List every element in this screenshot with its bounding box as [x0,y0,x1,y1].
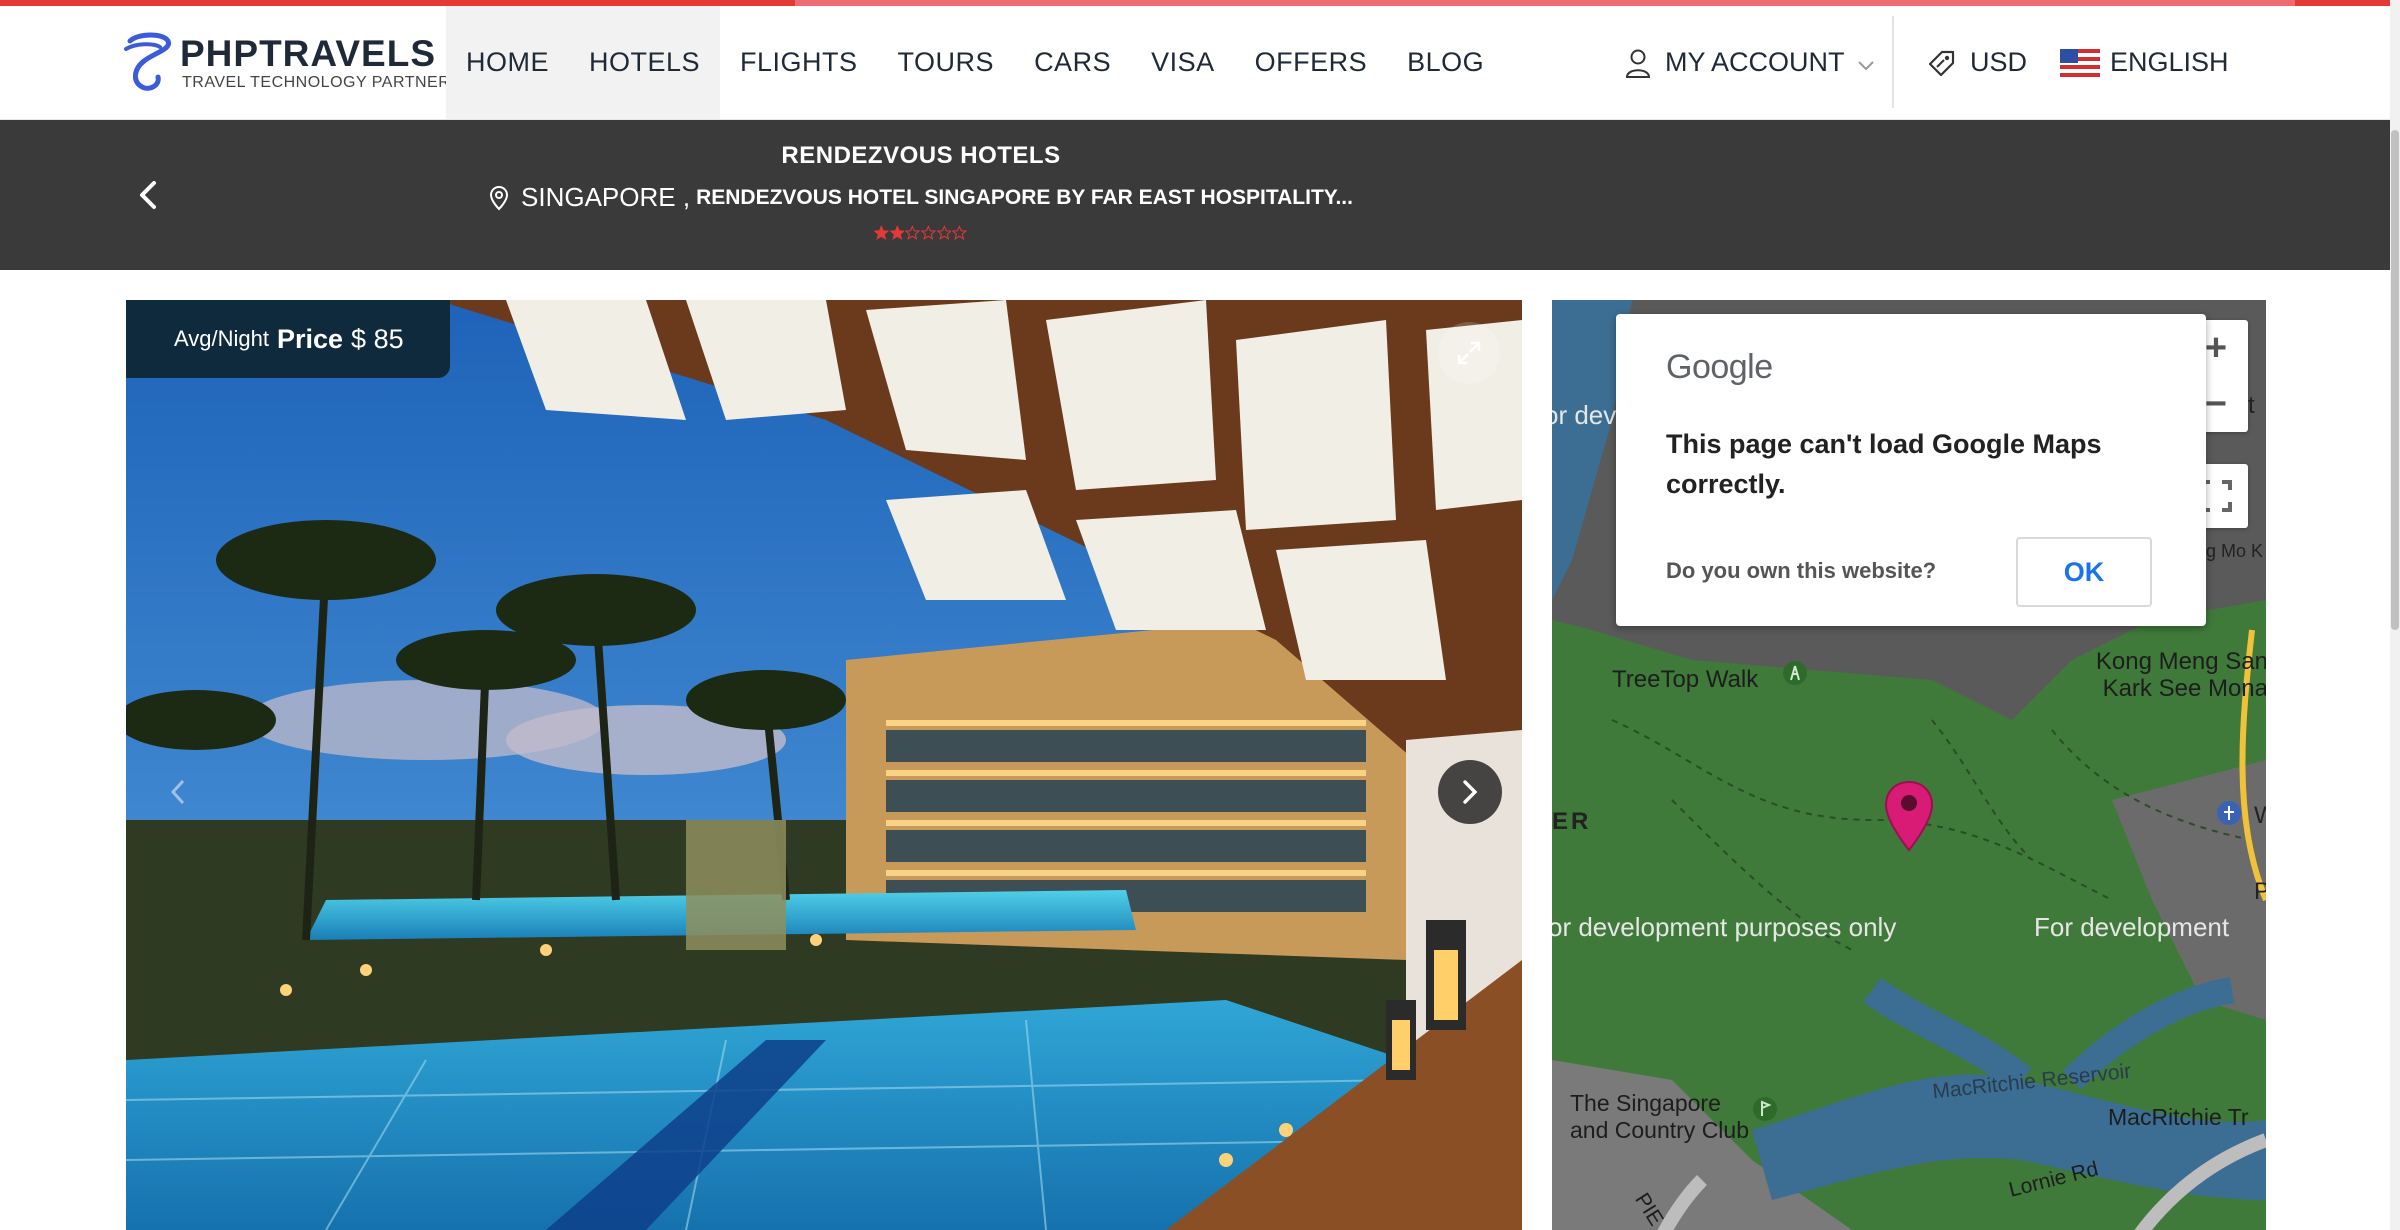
map-label-edge-w: W [2254,802,2266,829]
star-rating [874,224,968,244]
chevron-left-icon [170,779,185,805]
star-empty-icon [936,225,952,241]
my-account-label: MY ACCOUNT [1665,47,1845,77]
brand-tagline: TRAVEL TECHNOLOGY PARTNER [182,74,451,91]
star-empty-icon [952,225,968,241]
user-icon [1625,49,1651,78]
map-label-macritchie-trail: MacRitchie Tr [2108,1104,2249,1130]
own-website-link[interactable]: Do you own this website? [1666,558,1936,584]
map-label-kong-meng: Kong Meng San Kark See Mona [2078,648,2266,702]
brand-logo[interactable]: PHPTRAVELS TRAVEL TECHNOLOGY PARTNER [124,28,450,98]
nav-offers[interactable]: OFFERS [1235,6,1388,119]
site-header: PHPTRAVELS TRAVEL TECHNOLOGY PARTNER HOM… [0,6,2390,120]
nav-flights[interactable]: FLIGHTS [720,6,878,119]
map-label-edge-t: t [2248,392,2255,419]
map-label-treetop: TreeTop Walk [1612,666,1759,693]
nav-blog[interactable]: BLOG [1387,6,1504,119]
language-label: ENGLISH [2110,47,2229,77]
map-watermark: For development [2034,912,2230,942]
gallery-prev-button[interactable] [158,760,198,824]
worship-poi-icon [2217,801,2241,825]
us-flag-icon [2060,48,2100,77]
map-label-country-club: The Singapore and Country Club [1570,1090,1749,1144]
map-label-er: ER [1552,808,1592,835]
currency-label: USD [1970,47,2028,77]
price-value: $ 85 [351,323,404,354]
nav-cars[interactable]: CARS [1014,6,1131,119]
my-account-menu[interactable]: MY ACCOUNT [1625,6,1875,119]
location-pin-icon [490,185,509,210]
chevron-down-icon [1857,60,1874,70]
gallery-next-button[interactable] [1438,760,1502,824]
map-label-edge-p: P [2254,878,2266,905]
hotel-address: RENDEZVOUS HOTEL SINGAPORE BY FAR EAST H… [696,185,1353,209]
currency-selector[interactable]: USD [1926,6,2027,119]
map-marker-pin-icon[interactable] [1884,780,1934,852]
avg-night-label: Avg/Night [174,326,269,351]
star-empty-icon [921,225,936,241]
maps-error-dialog: Google This page can't load Google Maps … [1616,314,2206,626]
star-filled-icon [874,225,889,241]
map-label-mo: g Mo K [2206,541,2264,561]
header-divider [1892,16,1894,108]
map-label-line: The Singapore [1570,1090,1721,1116]
nav-home[interactable]: HOME [446,6,569,119]
currency-tag-icon [1928,50,1955,76]
star-filled-icon [889,225,905,241]
hotel-city: SINGAPORE , [521,182,691,212]
language-selector[interactable]: ENGLISH [2060,6,2229,119]
nav-visa[interactable]: VISA [1131,6,1235,119]
price-badge: Avg/Night Price $ 85 [126,300,450,378]
dialog-ok-button[interactable]: OK [2016,537,2152,607]
expand-icon [1457,341,1481,365]
main-nav: HOME HOTELS FLIGHTS TOURS CARS VISA OFFE… [446,6,1504,119]
hiking-poi-icon [1783,661,1807,685]
map-watermark: or development purposes only [1552,912,1897,942]
map-label-line: and Country Club [1570,1117,1749,1143]
map-label-line: Kark See Mona [2102,675,2266,702]
chevron-right-icon [1463,780,1478,804]
scrollbar-thumb[interactable] [2391,130,2399,630]
page-scrollbar[interactable] [2390,0,2400,1230]
price-word: Price [276,323,344,354]
hotel-map[interactable]: or dev or development purposes only For … [1552,300,2266,1230]
brand-name: PHPTRAVELS [180,33,437,74]
google-logo: Google [1666,348,1773,386]
hotel-title-band: RENDEZVOUS HOTELS SINGAPORE , RENDEZVOUS… [0,120,2390,270]
hotel-name: RENDEZVOUS HOTELS [781,142,1061,169]
map-watermark: or dev [1552,400,1617,430]
hotel-pool-photo[interactable] [126,300,1522,1230]
map-label-line: Kong Meng San [2095,648,2266,675]
nav-hotels[interactable]: HOTELS [569,6,721,119]
hotel-photo-gallery: Avg/Night Price $ 85 [126,300,1522,1230]
star-empty-icon [905,225,921,241]
golf-poi-icon [1753,1097,1777,1121]
fullscreen-expand-button[interactable] [1438,322,1500,384]
maps-error-message: This page can't load Google Maps correct… [1666,429,2102,499]
nav-tours[interactable]: TOURS [878,6,1015,119]
hotel-location: SINGAPORE , RENDEZVOUS HOTEL SINGAPORE B… [0,182,1842,213]
logo-mark-icon [124,32,171,91]
